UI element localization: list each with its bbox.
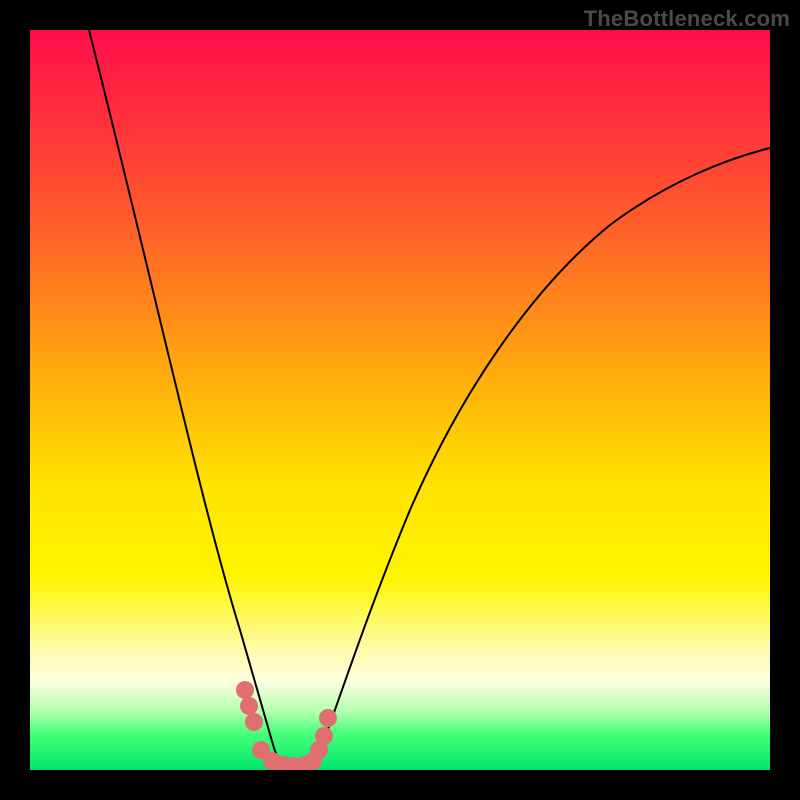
marker-dot bbox=[319, 709, 337, 727]
marker-dot bbox=[315, 727, 333, 745]
outer-frame: TheBottleneck.com bbox=[0, 0, 800, 800]
watermark-text: TheBottleneck.com bbox=[584, 6, 790, 32]
plot-area bbox=[30, 30, 770, 770]
marker-dot bbox=[240, 697, 258, 715]
marker-dot bbox=[245, 713, 263, 731]
curve-right-branch bbox=[313, 148, 770, 768]
chart-svg bbox=[30, 30, 770, 770]
curve-left-branch bbox=[89, 30, 285, 768]
marker-dot bbox=[236, 681, 254, 699]
marker-group bbox=[236, 681, 337, 770]
